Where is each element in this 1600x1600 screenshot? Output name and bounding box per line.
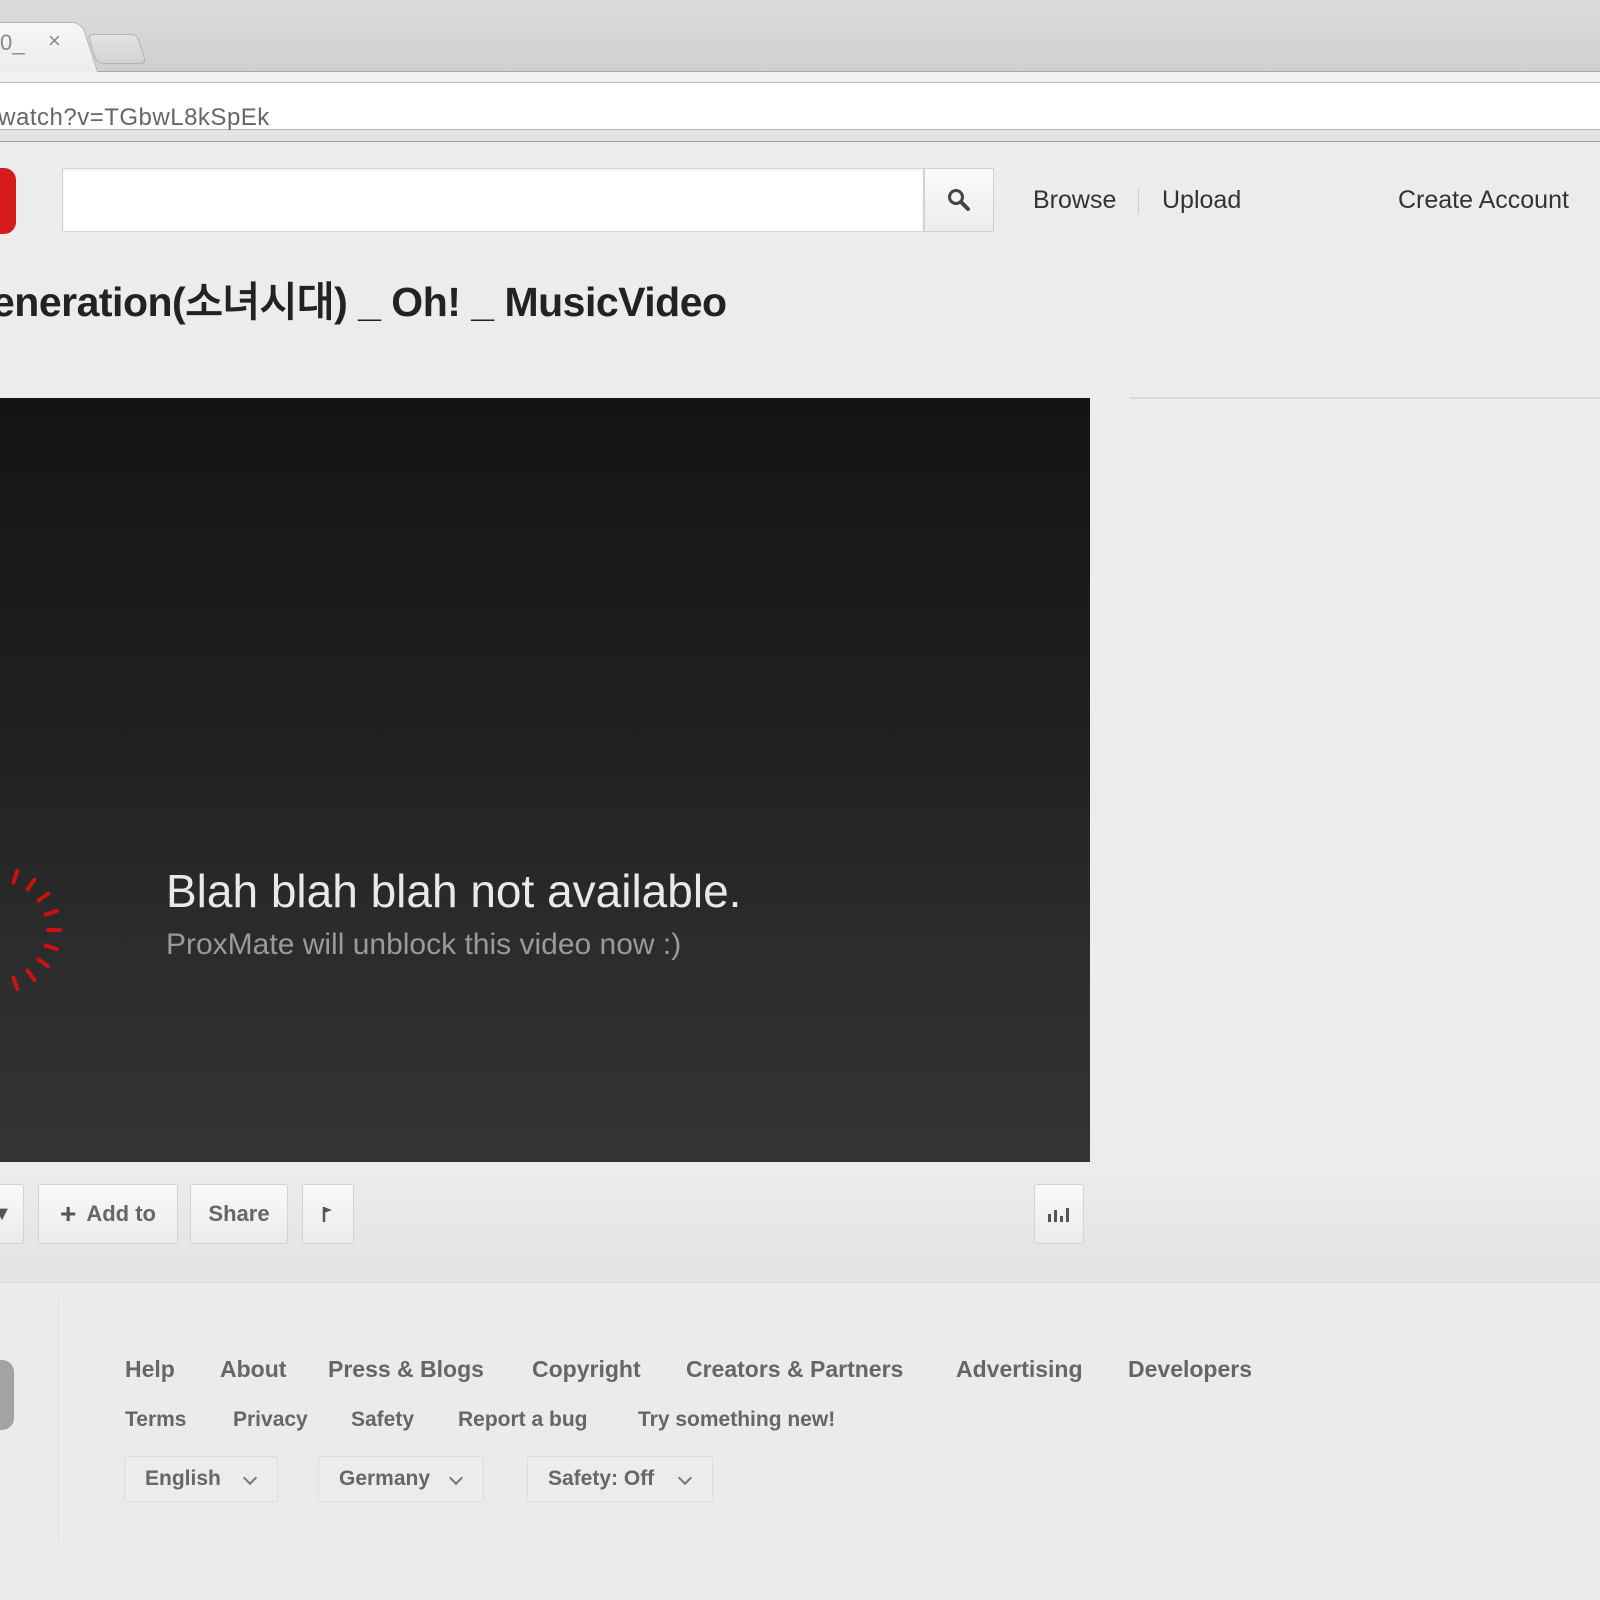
footer-link-about[interactable]: About bbox=[220, 1356, 286, 1383]
add-to-label: Add to bbox=[86, 1201, 156, 1226]
tab-title: 0_ bbox=[0, 30, 25, 55]
address-bar[interactable]: /watch?v=TGbwL8kSpEk bbox=[0, 82, 1600, 131]
footer-link-copyright[interactable]: Copyright bbox=[532, 1356, 641, 1383]
video-title: eneration(소녀시대) _ Oh! _ MusicVideo bbox=[0, 279, 727, 325]
language-select[interactable]: English bbox=[124, 1456, 278, 1502]
url-text: /watch?v=TGbwL8kSpEk bbox=[0, 104, 270, 131]
share-label: Share bbox=[208, 1201, 270, 1226]
footer-link-developers[interactable]: Developers bbox=[1128, 1356, 1252, 1383]
browser-tabstrip: 0_ × bbox=[0, 0, 1600, 72]
browse-link[interactable]: Browse bbox=[1033, 186, 1116, 215]
new-tab-button[interactable] bbox=[87, 34, 147, 64]
unavailable-message: Blah blah blah not available. bbox=[166, 865, 742, 917]
footer bbox=[0, 1282, 1600, 1600]
share-button[interactable]: Share bbox=[190, 1184, 288, 1244]
flag-icon bbox=[322, 1207, 332, 1222]
footer-link-privacy[interactable]: Privacy bbox=[233, 1408, 308, 1432]
spinner-tick bbox=[36, 957, 51, 969]
plus-icon: + bbox=[59, 1198, 77, 1229]
footer-link-terms[interactable]: Terms bbox=[125, 1408, 186, 1432]
footer-link-advertising[interactable]: Advertising bbox=[956, 1356, 1083, 1383]
footer-youtube-logo[interactable] bbox=[0, 1360, 14, 1430]
video-player[interactable]: Blah blah blah not available. ProxMate w… bbox=[0, 398, 1090, 1162]
footer-link-safety[interactable]: Safety bbox=[351, 1408, 414, 1432]
add-to-button[interactable]: + Add to bbox=[38, 1184, 178, 1244]
chevron-down-icon bbox=[448, 1470, 464, 1486]
country-value: Germany bbox=[339, 1467, 431, 1490]
loading-spinner-icon bbox=[11, 869, 62, 991]
search-icon bbox=[948, 189, 970, 211]
search-input[interactable] bbox=[62, 168, 924, 232]
spinner-tick bbox=[36, 891, 51, 903]
chevron-down-icon bbox=[677, 1470, 693, 1486]
sidebar-divider bbox=[1130, 397, 1600, 399]
safety-select[interactable]: Safety: Off bbox=[527, 1456, 713, 1502]
spinner-tick bbox=[11, 869, 20, 885]
footer-link-press-blogs[interactable]: Press & Blogs bbox=[328, 1356, 484, 1383]
chevron-down-icon bbox=[242, 1470, 258, 1486]
spinner-tick bbox=[25, 968, 37, 983]
proxmate-message: ProxMate will unblock this video now :) bbox=[166, 928, 682, 961]
footer-link-report-bug[interactable]: Report a bug bbox=[458, 1408, 588, 1432]
footer-link-creators-partners[interactable]: Creators & Partners bbox=[686, 1356, 903, 1383]
tab-close-icon[interactable]: × bbox=[48, 28, 61, 54]
language-value: English bbox=[145, 1467, 221, 1490]
stats-icon bbox=[1048, 1208, 1069, 1222]
spinner-tick bbox=[25, 877, 37, 892]
dislike-button[interactable]: ▼ bbox=[0, 1184, 24, 1244]
country-select[interactable]: Germany bbox=[318, 1456, 484, 1502]
search-button[interactable] bbox=[924, 168, 994, 232]
flag-button[interactable] bbox=[302, 1184, 354, 1244]
spinner-tick bbox=[43, 943, 59, 952]
youtube-logo[interactable] bbox=[0, 168, 16, 234]
footer-divider bbox=[58, 1300, 62, 1540]
browser-toolbar: /watch?v=TGbwL8kSpEk bbox=[0, 72, 1600, 142]
safety-value: Safety: Off bbox=[548, 1467, 655, 1490]
footer-link-help[interactable]: Help bbox=[125, 1356, 175, 1383]
spinner-tick bbox=[43, 908, 59, 917]
browser-tab-content: 0_ × bbox=[0, 28, 90, 66]
footer-link-try-something-new[interactable]: Try something new! bbox=[638, 1408, 835, 1432]
thumb-icon: ▼ bbox=[0, 1202, 12, 1225]
nav-separator bbox=[1138, 188, 1139, 214]
spinner-tick bbox=[11, 975, 20, 991]
stats-button[interactable] bbox=[1034, 1184, 1084, 1244]
upload-link[interactable]: Upload bbox=[1162, 186, 1241, 215]
create-account-link[interactable]: Create Account bbox=[1398, 186, 1569, 215]
